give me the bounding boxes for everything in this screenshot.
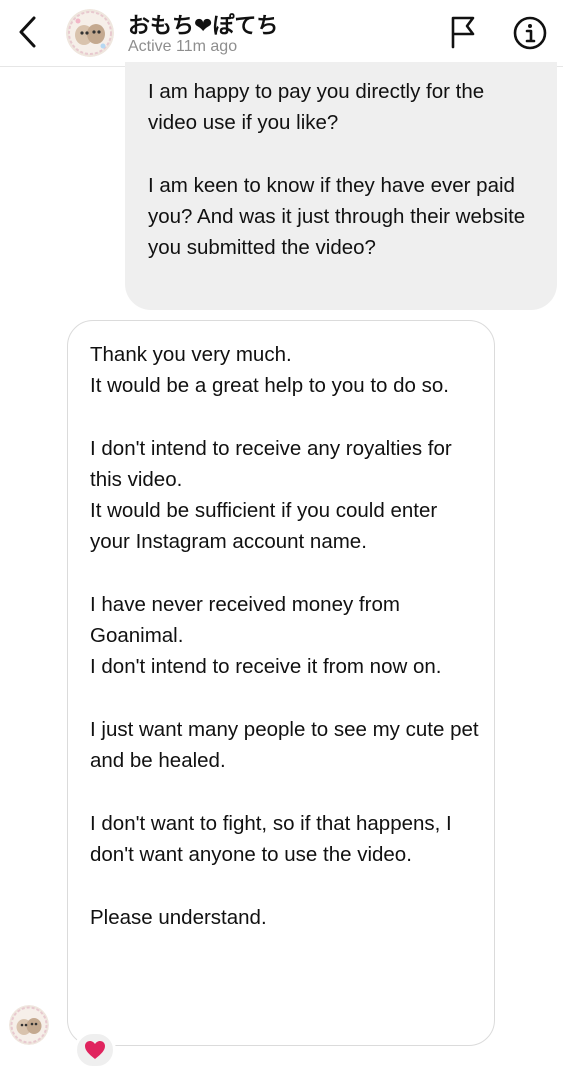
conversation-info-button[interactable]: [512, 15, 548, 51]
contact-avatar[interactable]: [66, 9, 114, 57]
chevron-left-icon: [19, 16, 36, 48]
outgoing-message-bubble[interactable]: I am happy to pay you directly for the v…: [125, 62, 557, 310]
message-line: Please understand.: [90, 906, 267, 929]
message-line: I just want many people to see my cute p…: [90, 718, 479, 772]
message-paragraph: I am happy to pay you directly for the v…: [148, 80, 485, 134]
back-button[interactable]: [12, 12, 44, 52]
message-reaction[interactable]: [74, 1031, 116, 1069]
message-line: It would be sufficient if you could ente…: [90, 499, 438, 553]
message-line: It would be a great help to you to do so…: [90, 374, 449, 397]
incoming-message-bubble[interactable]: Thank you very much. It would be a great…: [67, 320, 495, 1046]
flag-icon: [451, 16, 475, 49]
sender-avatar[interactable]: [9, 1005, 49, 1045]
message-line: I don't intend to receive it from now on…: [90, 655, 442, 678]
message-line: I have never received money from Goanima…: [90, 593, 400, 647]
active-status: Active 11m ago: [128, 38, 238, 55]
message-line: Thank you very much.: [90, 343, 292, 366]
dm-thread-screen: おもち❤ぽてち Active 11m ago I am happy to pay…: [0, 0, 563, 1081]
thread-header: おもち❤ぽてち Active 11m ago: [0, 0, 563, 67]
info-icon: [513, 16, 547, 50]
message-paragraph: I am keen to know if they have ever paid…: [148, 174, 526, 259]
message-line: I don't intend to receive any royalties …: [90, 437, 452, 491]
report-button[interactable]: [446, 14, 480, 50]
contact-name[interactable]: おもち❤ぽてち: [128, 8, 278, 40]
message-line: I don't want to fight, so if that happen…: [90, 812, 452, 866]
heart-icon: [85, 1041, 105, 1059]
